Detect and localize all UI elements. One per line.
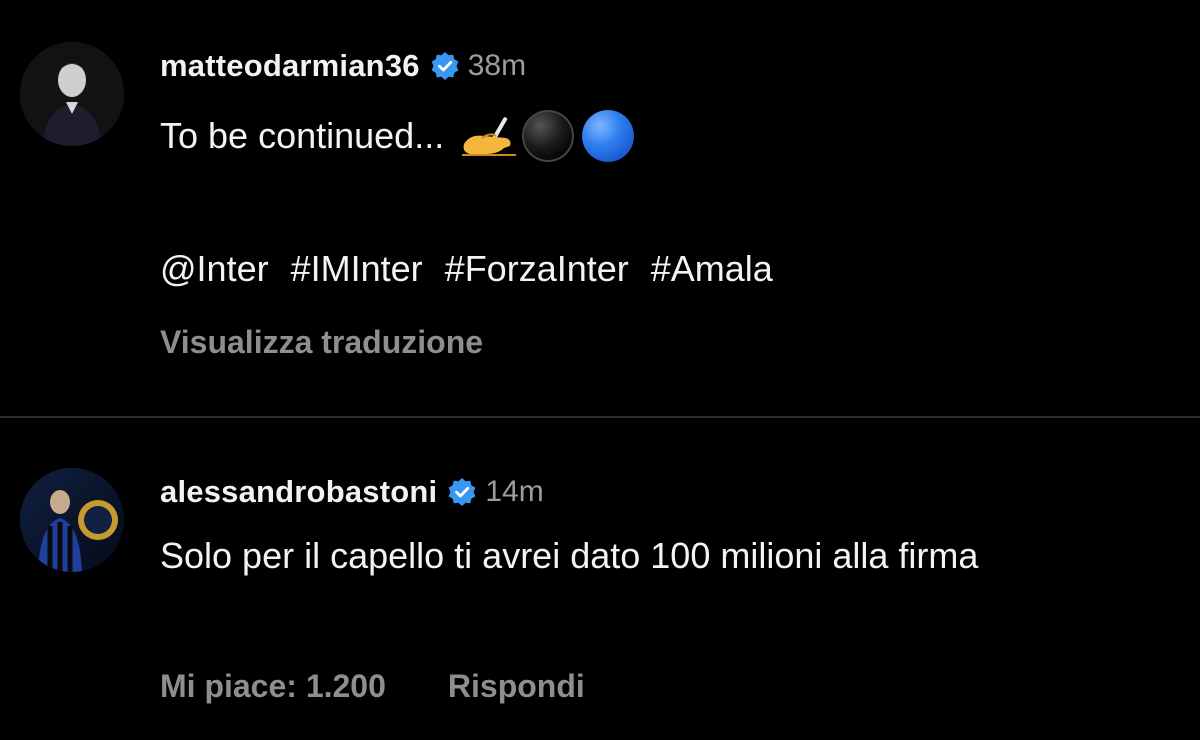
commenter-username[interactable]: alessandrobastoni <box>160 474 437 510</box>
blue-circle-emoji-icon <box>582 110 635 162</box>
comment-author-line: alessandrobastoni 14m <box>160 474 544 510</box>
black-circle-emoji-icon <box>522 110 575 162</box>
writing-hand-emoji-icon <box>462 117 517 156</box>
verified-badge-icon <box>431 52 459 80</box>
caption-body: To be continued... <box>160 115 445 156</box>
comment-actions: Mi piace: 1.200 Rispondi <box>160 668 585 705</box>
verified-badge-icon <box>448 478 476 506</box>
avatar-photo-icon <box>20 468 124 572</box>
post-caption: matteodarmian36 38m To be continued... @… <box>0 0 1200 416</box>
hashtag-link[interactable]: #IMInter <box>291 248 423 289</box>
mention-link[interactable]: @Inter <box>160 248 269 289</box>
commenter-avatar[interactable] <box>20 468 124 572</box>
comment-text: Solo per il capello ti avrei dato 100 mi… <box>160 535 979 576</box>
author-username[interactable]: matteodarmian36 <box>160 48 420 84</box>
caption-author-line: matteodarmian36 38m <box>160 48 526 84</box>
reply-button[interactable]: Rispondi <box>448 668 585 705</box>
caption-tags: @Inter #IMInter #ForzaInter #Amala <box>160 248 785 290</box>
post-timestamp: 38m <box>467 49 527 82</box>
comment-timestamp: 14m <box>485 475 544 508</box>
hashtag-link[interactable]: #Amala <box>651 248 773 289</box>
caption-text: To be continued... <box>160 110 635 162</box>
hashtag-link[interactable]: #ForzaInter <box>445 248 629 289</box>
comment: alessandrobastoni 14m Solo per il capell… <box>0 418 1200 740</box>
see-translation-button[interactable]: Visualizza traduzione <box>160 324 483 361</box>
author-avatar[interactable] <box>20 42 124 146</box>
avatar-photo-icon <box>20 42 124 146</box>
likes-count-button[interactable]: Mi piace: 1.200 <box>160 668 386 705</box>
